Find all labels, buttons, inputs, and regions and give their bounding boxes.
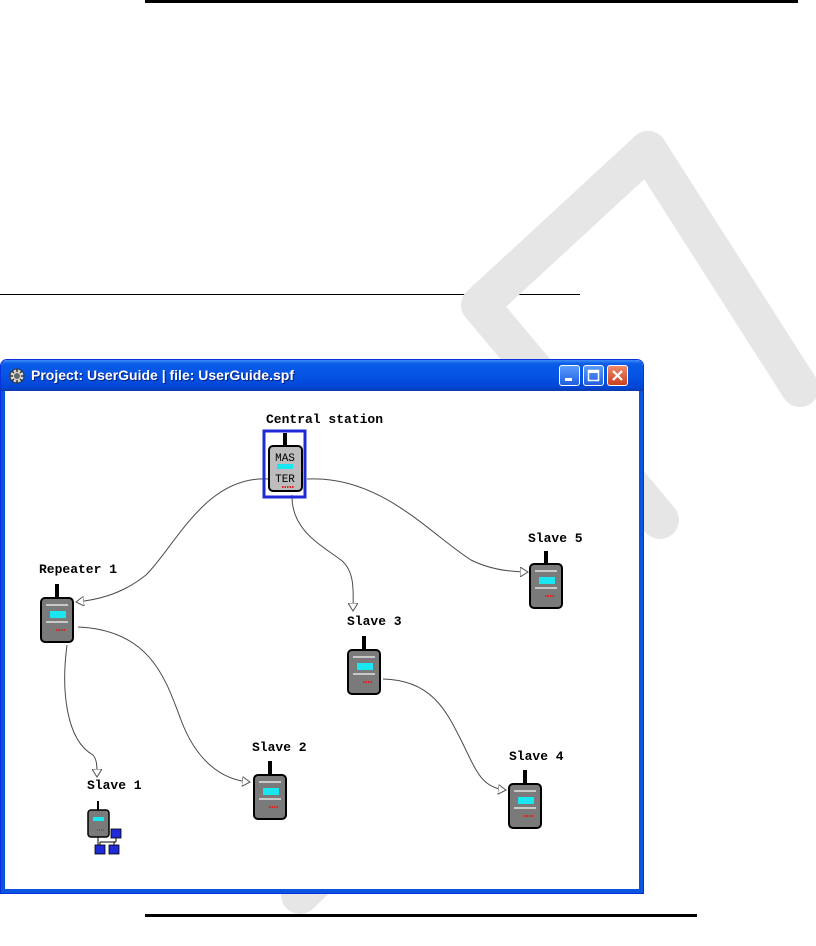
node-slave-1[interactable] [87,801,122,855]
node-repeater-1[interactable] [40,584,74,643]
project-window: Project: UserGuide | file: UserGuide.spf [0,359,644,894]
label-slave-4: Slave 4 [509,749,564,764]
label-central-station: Central station [266,412,384,427]
link-repeater1-slave2 [77,626,250,782]
master-badge-bottom: TER [275,474,295,486]
link-repeater1-slave1 [64,644,97,777]
network-diagram[interactable]: MAS TER [1,360,643,893]
node-slave-2[interactable] [253,761,287,820]
label-slave-5: Slave 5 [528,531,583,546]
master-badge-top: MAS [275,453,295,465]
label-slave-3: Slave 3 [347,614,402,629]
link-central-slave3 [291,494,353,611]
link-central-repeater1 [76,478,270,602]
link-central-slave5 [306,478,528,572]
label-slave-1: Slave 1 [87,778,142,793]
link-slave3-slave4 [382,678,506,790]
label-repeater-1: Repeater 1 [39,562,118,577]
node-slave-4[interactable] [508,770,542,829]
node-slave-3[interactable] [347,636,381,695]
label-slave-2: Slave 2 [252,740,307,755]
node-central-station[interactable]: MAS TER [262,429,307,499]
node-slave-5[interactable] [529,551,563,609]
